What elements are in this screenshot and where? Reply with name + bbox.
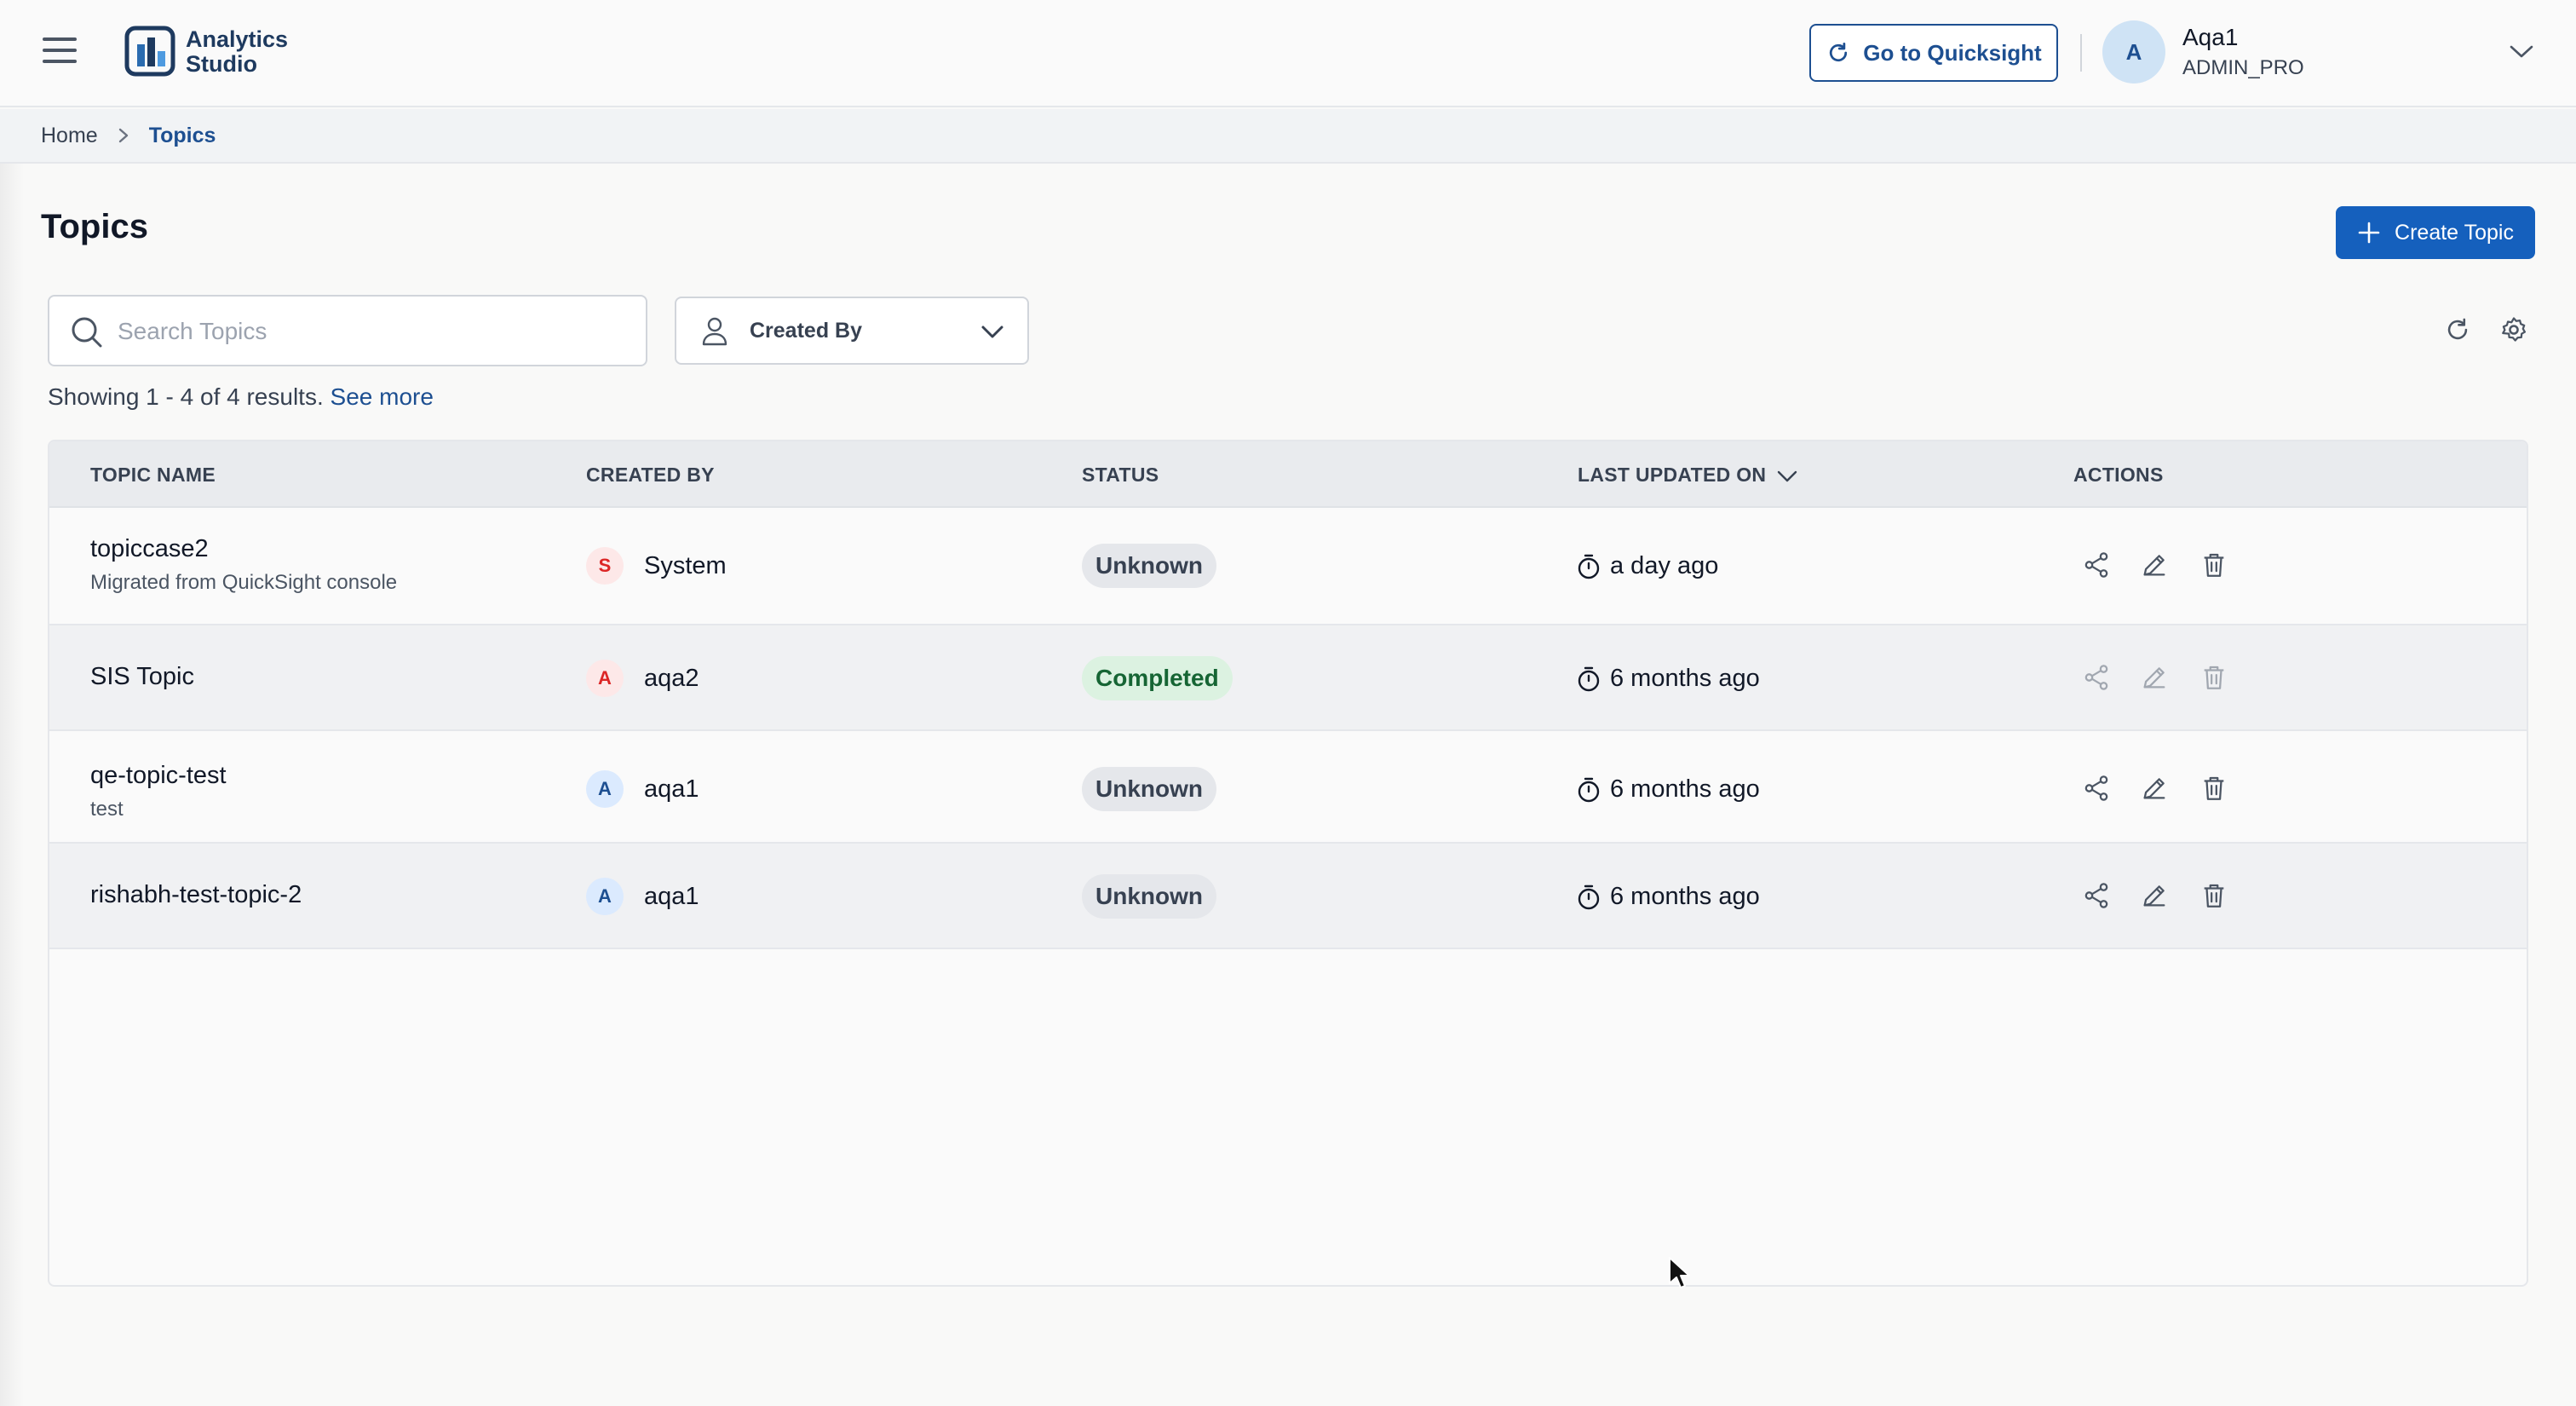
- breadcrumb-current: Topics: [148, 123, 216, 147]
- search-input[interactable]: [118, 310, 629, 353]
- creator-avatar: A: [586, 660, 624, 697]
- creator-name: aqa2: [644, 665, 699, 692]
- topic-description: Migrated from QuickSight console: [90, 571, 398, 594]
- created-by-label: Created By: [750, 319, 862, 343]
- timer-icon: [1578, 885, 1600, 909]
- last-updated-text: 6 months ago: [1610, 775, 1760, 803]
- create-topic-button[interactable]: Create Topic: [2336, 206, 2535, 259]
- topic-name[interactable]: rishabh-test-topic-2: [90, 881, 302, 909]
- chevron-right-icon: [118, 128, 128, 143]
- creator-name: System: [644, 552, 727, 579]
- see-more-link[interactable]: See more: [331, 383, 434, 410]
- delete-icon[interactable]: [2199, 550, 2228, 579]
- timer-icon: [1578, 666, 1600, 691]
- column-header-status[interactable]: STATUS: [1082, 464, 1159, 487]
- sort-chevron-down-icon[interactable]: [1776, 468, 1798, 485]
- topics-table: TOPIC NAME CREATED BY STATUS LAST UPDATE…: [48, 440, 2528, 1287]
- user-icon: [702, 317, 727, 346]
- column-header-actions: ACTIONS: [2073, 464, 2164, 486]
- table-row[interactable]: rishabh-test-topic-2 A aqa1 Unknown 6 mo…: [49, 844, 2527, 949]
- status-badge: Unknown: [1082, 767, 1216, 811]
- delete-icon[interactable]: [2199, 774, 2228, 803]
- creator-avatar: A: [586, 878, 624, 915]
- creator-name: aqa1: [644, 883, 699, 910]
- breadcrumb-home[interactable]: Home: [41, 124, 98, 148]
- mouse-cursor-icon: [1669, 1257, 1690, 1288]
- table-row[interactable]: SIS Topic A aqa2 Completed 6 months ago: [49, 625, 2527, 731]
- delete-icon[interactable]: [2199, 663, 2228, 692]
- last-updated-text: a day ago: [1610, 552, 1719, 579]
- results-text: Showing 1 - 4 of 4 results.: [48, 383, 324, 410]
- status-badge: Unknown: [1082, 874, 1216, 919]
- refresh-icon[interactable]: [2443, 315, 2472, 344]
- left-edge-shadow: [0, 109, 24, 1406]
- results-summary: Showing 1 - 4 of 4 results. See more: [48, 383, 434, 411]
- user-name: Aqa1: [2182, 24, 2239, 50]
- app-logo-icon: [124, 26, 175, 77]
- plus-icon: [2358, 222, 2380, 244]
- chevron-down-icon[interactable]: [2508, 41, 2535, 61]
- created-by-filter[interactable]: Created By: [675, 297, 1029, 365]
- search-icon: [72, 317, 102, 348]
- topic-name[interactable]: topiccase2: [90, 535, 209, 563]
- go-to-quicksight-label: Go to Quicksight: [1863, 39, 2042, 66]
- table-header: TOPIC NAME CREATED BY STATUS LAST UPDATE…: [49, 441, 2527, 508]
- menu-icon[interactable]: [43, 37, 77, 66]
- status-badge: Unknown: [1082, 544, 1216, 588]
- creator-avatar: A: [586, 770, 624, 808]
- column-header-last-updated[interactable]: LAST UPDATED ON: [1578, 464, 1798, 487]
- create-topic-label: Create Topic: [2395, 220, 2514, 245]
- last-updated-text: 6 months ago: [1610, 883, 1760, 910]
- creator-name: aqa1: [644, 775, 699, 803]
- last-updated: 6 months ago: [1576, 775, 1760, 804]
- refresh-link-icon: [1830, 43, 1848, 62]
- app-name: Analytics Studio: [186, 27, 288, 77]
- share-icon[interactable]: [2082, 663, 2111, 692]
- timer-icon: [1578, 777, 1600, 802]
- chevron-down-icon: [981, 326, 1003, 338]
- last-updated: a day ago: [1576, 552, 1718, 580]
- table-row[interactable]: topiccase2 Migrated from QuickSight cons…: [49, 508, 2527, 625]
- user-avatar[interactable]: A: [2102, 20, 2165, 84]
- top-header: Analytics Studio Go to Quicksight A Aqa1…: [0, 0, 2576, 107]
- column-header-last-updated-label: LAST UPDATED ON: [1578, 464, 1767, 486]
- app-name-line1: Analytics: [186, 26, 289, 52]
- column-header-topic-name[interactable]: TOPIC NAME: [90, 464, 216, 487]
- search-box: [48, 295, 647, 366]
- edit-icon[interactable]: [2140, 774, 2169, 803]
- edit-icon[interactable]: [2140, 881, 2169, 910]
- user-role: ADMIN_PRO: [2182, 56, 2304, 79]
- go-to-quicksight-button[interactable]: Go to Quicksight: [1809, 24, 2058, 82]
- header-divider: [2080, 34, 2082, 72]
- edit-icon[interactable]: [2140, 663, 2169, 692]
- share-icon[interactable]: [2082, 550, 2111, 579]
- share-icon[interactable]: [2082, 774, 2111, 803]
- creator-avatar: S: [586, 547, 624, 585]
- last-updated: 6 months ago: [1576, 883, 1760, 911]
- edit-icon[interactable]: [2140, 550, 2169, 579]
- last-updated: 6 months ago: [1576, 665, 1760, 693]
- topic-name[interactable]: qe-topic-test: [90, 762, 227, 790]
- breadcrumb: Home Topics: [0, 109, 2576, 164]
- table-row[interactable]: qe-topic-test test A aqa1 Unknown 6 mont…: [49, 731, 2527, 844]
- topic-name[interactable]: SIS Topic: [90, 663, 194, 691]
- status-badge: Completed: [1082, 656, 1233, 700]
- topic-description: test: [90, 798, 124, 821]
- column-header-created-by[interactable]: CREATED BY: [586, 464, 715, 487]
- settings-icon[interactable]: [2499, 315, 2528, 344]
- last-updated-text: 6 months ago: [1610, 665, 1760, 692]
- timer-icon: [1578, 554, 1600, 579]
- page-title: Topics: [41, 208, 148, 245]
- app-name-line2: Studio: [186, 51, 257, 77]
- share-icon[interactable]: [2082, 881, 2111, 910]
- delete-icon[interactable]: [2199, 881, 2228, 910]
